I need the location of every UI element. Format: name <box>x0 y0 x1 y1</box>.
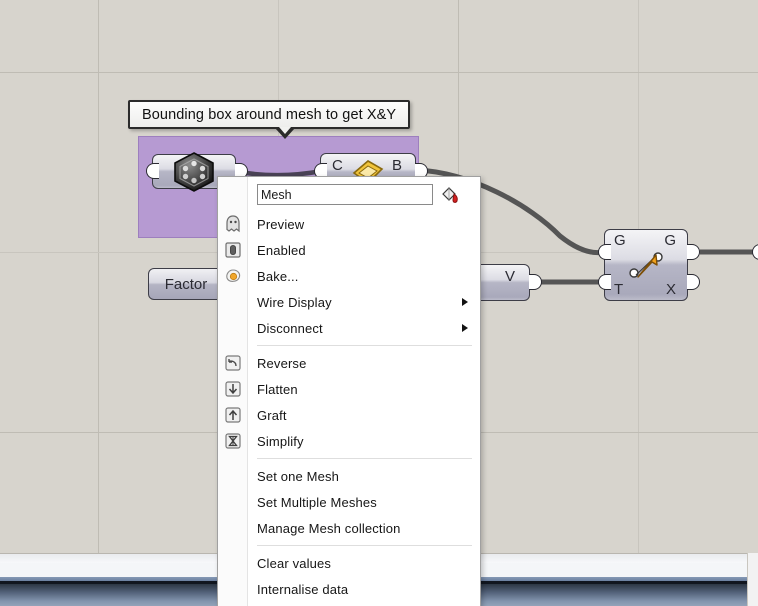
menu-item-set-one-mesh[interactable]: Set one Mesh <box>218 463 480 489</box>
port-label-move-in-T: T <box>614 281 624 298</box>
menu-item-enabled[interactable]: Enabled <box>218 237 480 263</box>
submenu-arrow-icon <box>462 324 468 332</box>
menu-item-label: Flatten <box>257 381 298 397</box>
menu-item-label: Bake... <box>257 268 299 284</box>
submenu-arrow-icon <box>462 298 468 306</box>
menu-item-bake[interactable]: Bake... <box>218 263 480 289</box>
context-menu-name-row <box>218 177 480 211</box>
port-label-move-in-G: G <box>614 232 626 249</box>
menu-item-label: Simplify <box>257 433 304 449</box>
reverse-icon <box>225 355 241 371</box>
menu-item-internalise-data[interactable]: Internalise data <box>218 576 480 602</box>
ghost-icon <box>226 215 240 233</box>
menu-item-flatten[interactable]: Flatten <box>218 376 480 402</box>
port-label-move-out-G: G <box>664 232 676 249</box>
menu-item-simplify[interactable]: Simplify <box>218 428 480 454</box>
menu-separator <box>257 345 472 346</box>
menu-item-manage-mesh-collection[interactable]: Manage Mesh collection <box>218 515 480 541</box>
scrollbar-gutter[interactable] <box>747 553 758 606</box>
egg-icon <box>226 269 241 282</box>
grasshopper-screenshot: Bounding box around mesh to get X&Y C B … <box>0 0 758 606</box>
menu-separator <box>257 545 472 546</box>
port-label-V: V <box>504 268 515 285</box>
menu-separator <box>257 458 472 459</box>
flatten-icon <box>225 381 241 397</box>
port-move-in-G[interactable] <box>598 244 611 260</box>
move-arrow-icon <box>629 252 663 278</box>
comment-text: Bounding box around mesh to get X&Y <box>142 106 397 123</box>
menu-item-preview[interactable]: Preview <box>218 211 480 237</box>
graft-icon <box>225 407 241 423</box>
menu-item-label: Set one Mesh <box>257 468 340 484</box>
menu-item-label: Wire Display <box>257 294 332 310</box>
toggle-icon <box>225 242 241 258</box>
menu-item-label: Clear values <box>257 555 332 571</box>
menu-item-extract-parameter[interactable]: Extract parameter <box>218 602 480 606</box>
port-mesh-in[interactable] <box>146 163 159 179</box>
component-move[interactable]: G T G X <box>604 229 688 301</box>
menu-item-graft[interactable]: Graft <box>218 402 480 428</box>
comment-balloon[interactable]: Bounding box around mesh to get X&Y <box>128 100 411 129</box>
component-factor[interactable]: Factor <box>148 268 224 300</box>
context-menu-body: Preview Enabled Bake... Wire Display <box>218 177 480 606</box>
comment-tail-inner-icon <box>279 127 291 134</box>
menu-item-clear-values[interactable]: Clear values <box>218 550 480 576</box>
menu-item-label: Internalise data <box>257 581 349 597</box>
port-label-B: B <box>391 157 402 174</box>
port-label-C: C <box>332 157 343 174</box>
menu-item-label: Preview <box>257 216 305 232</box>
menu-item-label: Enabled <box>257 242 306 258</box>
mesh-hexagon-icon <box>174 151 214 192</box>
simplify-icon <box>225 433 241 449</box>
context-menu[interactable]: Preview Enabled Bake... Wire Display <box>217 176 481 606</box>
menu-item-label: Graft <box>257 407 287 423</box>
menu-item-reverse[interactable]: Reverse <box>218 350 480 376</box>
menu-item-label: Manage Mesh collection <box>257 520 401 536</box>
component-factor-label: Factor <box>164 275 208 293</box>
port-label-move-out-X: X <box>665 281 676 298</box>
paint-bucket-icon[interactable] <box>440 185 460 205</box>
menu-item-disconnect[interactable]: Disconnect <box>218 315 480 341</box>
port-move-in-T[interactable] <box>598 274 611 290</box>
menu-item-wire-display[interactable]: Wire Display <box>218 289 480 315</box>
menu-item-label: Set Multiple Meshes <box>257 494 377 510</box>
component-name-input[interactable] <box>257 184 433 205</box>
menu-item-label: Disconnect <box>257 320 323 336</box>
menu-item-set-multiple-meshes[interactable]: Set Multiple Meshes <box>218 489 480 515</box>
menu-item-label: Reverse <box>257 355 307 371</box>
